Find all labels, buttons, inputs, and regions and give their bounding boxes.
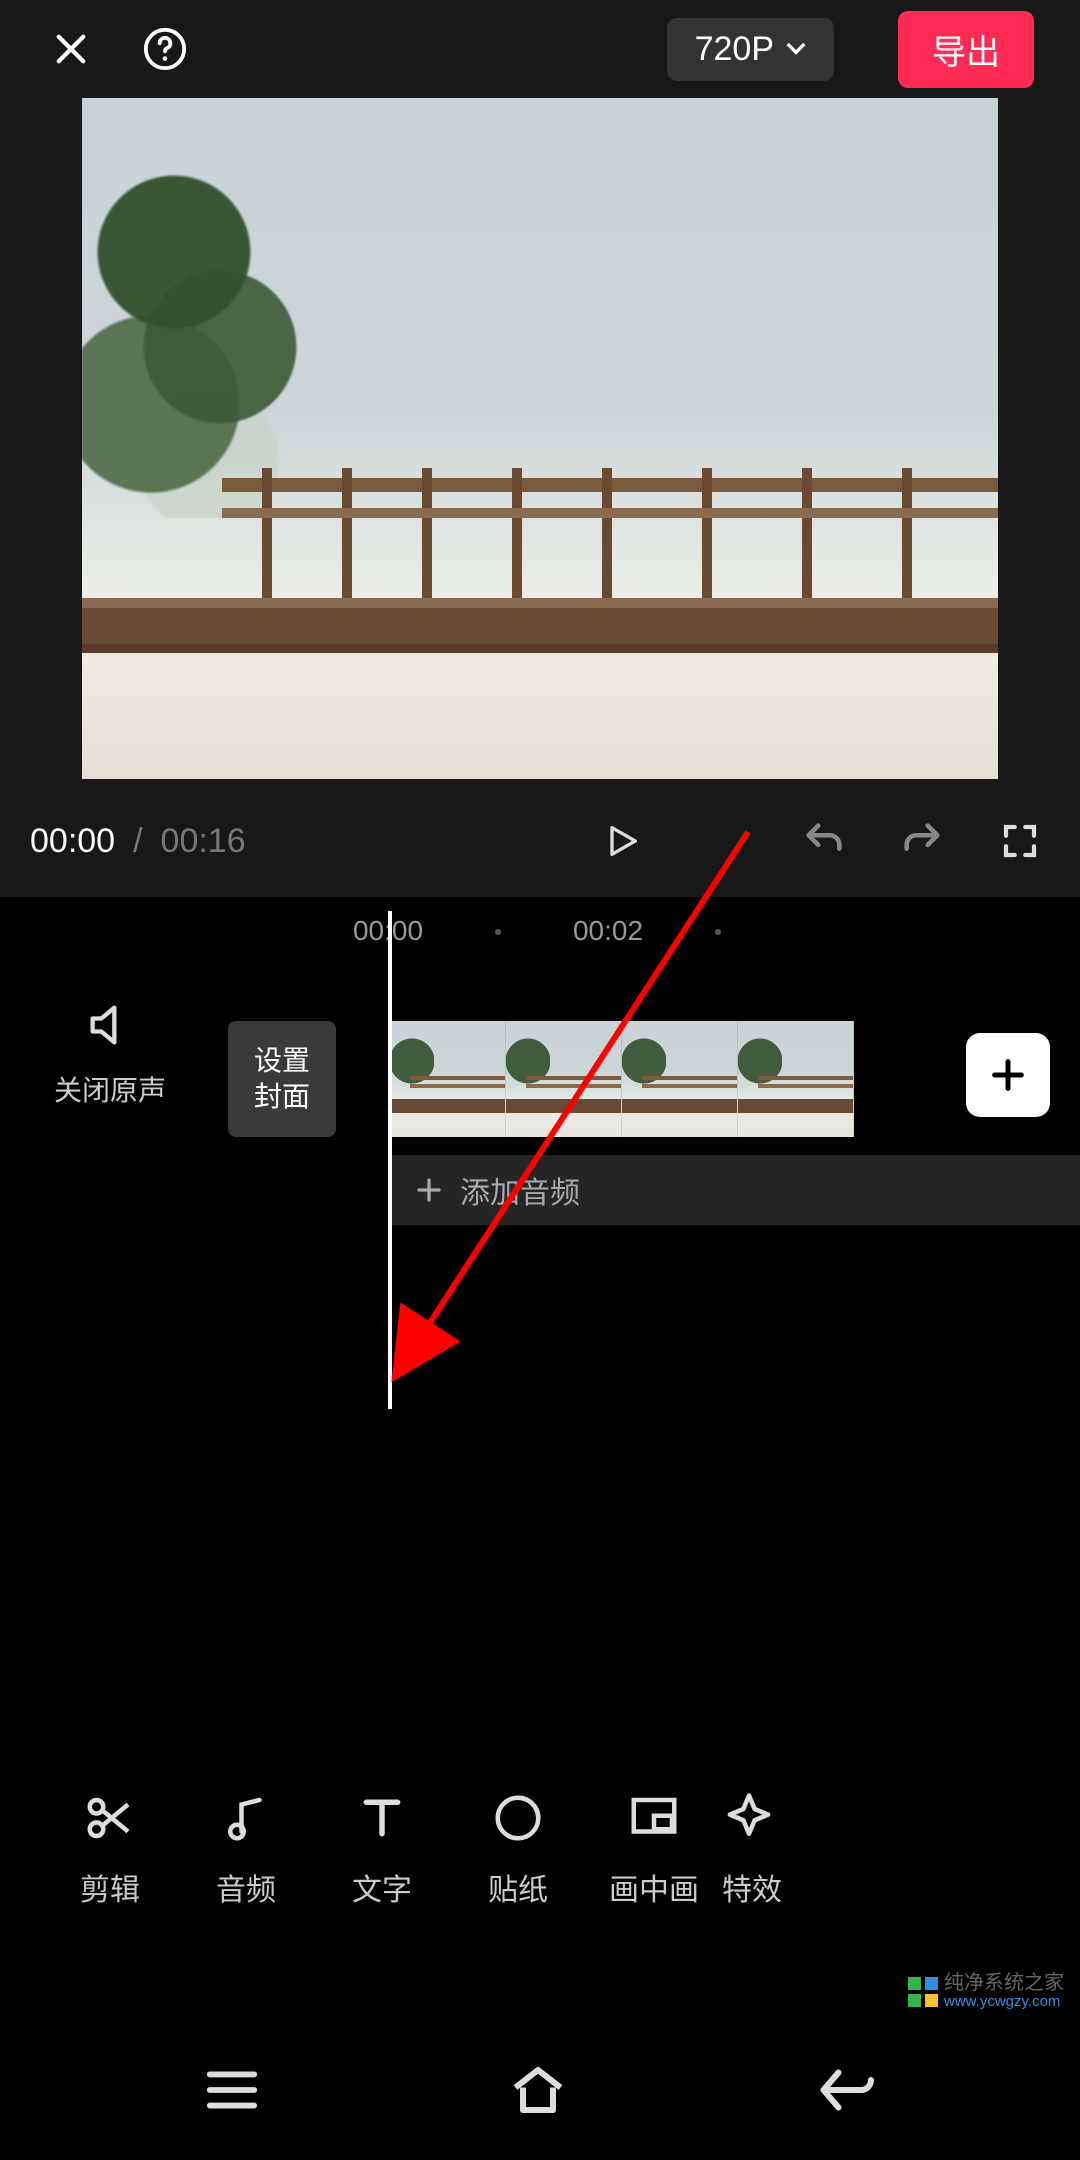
timeline-ruler[interactable]: 00:00 00:02	[0, 915, 1080, 959]
current-time: 00:00	[30, 822, 115, 861]
time-separator: /	[133, 822, 142, 861]
play-button[interactable]	[592, 811, 652, 871]
tool-sticker[interactable]: 贴纸	[450, 1791, 586, 1909]
tool-text[interactable]: 文字	[314, 1791, 450, 1909]
text-icon	[355, 1791, 409, 1845]
pip-icon	[627, 1791, 681, 1845]
redo-icon	[899, 818, 945, 864]
tool-label: 音频	[216, 1865, 276, 1909]
watermark: 纯净系统之家 www.ycwgzy.com	[908, 1973, 1064, 2010]
playback-controls: 00:00 / 00:16	[0, 797, 1080, 897]
preview-area	[0, 98, 1080, 797]
fullscreen-button[interactable]	[990, 811, 1050, 871]
bottom-toolbar: 剪辑 音频 文字 贴纸 画中画 特效	[0, 1760, 1080, 1940]
tick-dot	[495, 929, 501, 935]
clip-frame	[738, 1021, 854, 1137]
tool-label: 特效	[722, 1865, 782, 1909]
cover-label: 设置 封面	[254, 1043, 310, 1116]
chevron-down-icon	[786, 42, 806, 56]
preview-content	[82, 653, 998, 779]
watermark-line2: www.ycwgzy.com	[944, 1994, 1064, 2010]
clip-frame	[622, 1021, 738, 1137]
total-time: 00:16	[161, 822, 246, 861]
playhead[interactable]	[388, 911, 392, 1409]
menu-icon	[204, 2070, 260, 2110]
tracks-area: 关闭原声 设置 封面 添加音频	[0, 959, 1080, 1289]
play-icon	[602, 818, 642, 864]
close-button[interactable]	[46, 24, 96, 74]
nav-home-button[interactable]	[508, 2065, 568, 2115]
nav-back-button[interactable]	[816, 2067, 876, 2113]
header-bar: 720P 导出	[0, 0, 1080, 98]
help-icon	[142, 26, 188, 72]
watermark-logo-icon	[908, 1977, 938, 2007]
video-clip[interactable]	[390, 1021, 854, 1137]
preview-content	[82, 138, 312, 518]
add-audio-label: 添加音频	[460, 1168, 580, 1212]
clip-frame	[390, 1021, 506, 1137]
scissors-icon	[83, 1791, 137, 1845]
tool-label: 贴纸	[488, 1865, 548, 1909]
undo-icon	[801, 818, 847, 864]
tool-audio[interactable]: 音频	[178, 1791, 314, 1909]
tool-label: 文字	[352, 1865, 412, 1909]
preview-content	[82, 598, 998, 658]
back-icon	[816, 2067, 876, 2113]
export-label: 导出	[932, 34, 1000, 72]
nav-menu-button[interactable]	[204, 2070, 260, 2110]
fullscreen-icon	[999, 820, 1041, 862]
set-cover-button[interactable]: 设置 封面	[228, 1021, 336, 1137]
mute-label: 关闭原声	[54, 1069, 166, 1109]
sparkle-icon	[722, 1791, 776, 1845]
tick-dot	[715, 929, 721, 935]
plus-icon	[414, 1175, 444, 1205]
home-icon	[508, 2065, 568, 2115]
tool-label: 剪辑	[80, 1865, 140, 1909]
clip-frame	[506, 1021, 622, 1137]
watermark-line1: 纯净系统之家	[944, 1973, 1064, 1994]
tool-effect[interactable]: 特效	[722, 1791, 792, 1909]
tool-pip[interactable]: 画中画	[586, 1791, 722, 1909]
redo-button[interactable]	[892, 811, 952, 871]
tool-label: 画中画	[609, 1865, 699, 1909]
video-preview[interactable]	[82, 98, 998, 779]
add-clip-button[interactable]	[966, 1033, 1050, 1117]
plus-icon	[988, 1055, 1028, 1095]
help-button[interactable]	[140, 24, 190, 74]
resolution-label: 720P	[695, 30, 774, 69]
sticker-icon	[491, 1791, 545, 1845]
add-audio-track[interactable]: 添加音频	[390, 1155, 1080, 1225]
undo-button[interactable]	[794, 811, 854, 871]
resolution-button[interactable]: 720P	[667, 18, 834, 81]
tool-cut[interactable]: 剪辑	[42, 1791, 178, 1909]
system-navbar	[0, 2020, 1080, 2160]
export-button[interactable]: 导出	[898, 11, 1034, 88]
mute-button[interactable]	[84, 999, 136, 1051]
music-note-icon	[219, 1791, 273, 1845]
timeline: 00:00 00:02 关闭原声 设置 封面 添加音频	[0, 897, 1080, 1289]
close-icon	[50, 28, 92, 70]
tick-label: 00:02	[573, 915, 643, 947]
speaker-icon	[84, 999, 136, 1051]
